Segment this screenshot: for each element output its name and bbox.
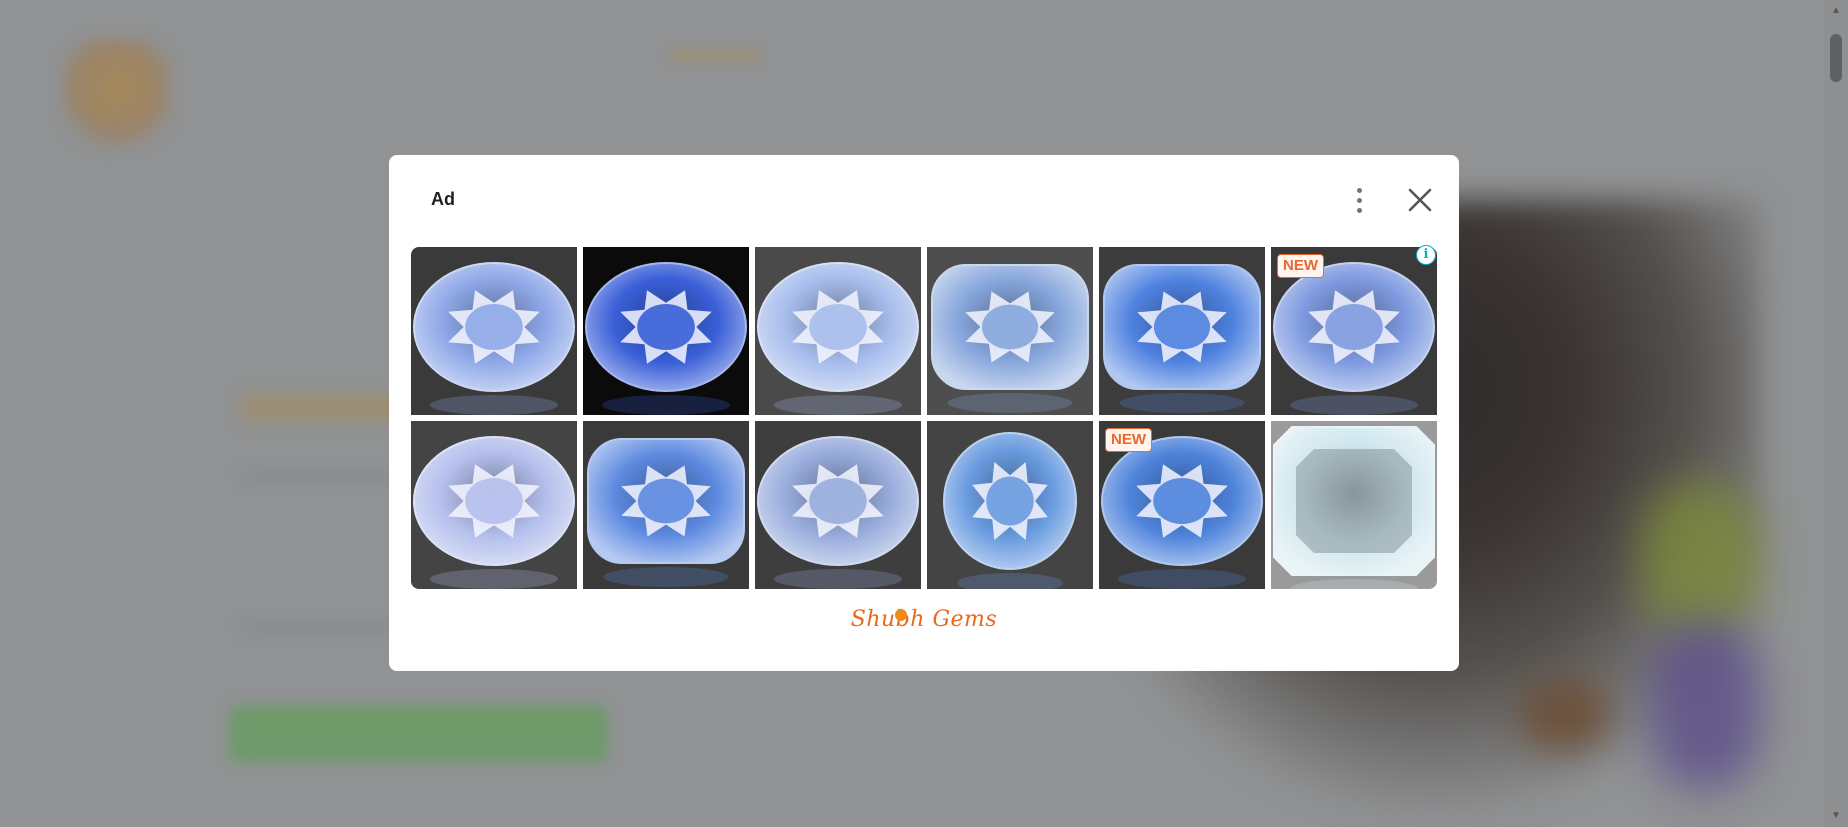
scroll-thumb[interactable]	[1830, 34, 1842, 82]
new-badge: NEW	[1105, 428, 1152, 452]
gem-image	[411, 421, 577, 589]
more-vert-icon	[1356, 187, 1362, 193]
site-logo	[62, 38, 172, 163]
gem-image	[927, 421, 1093, 589]
new-badge: NEW	[1277, 254, 1324, 278]
gem-image	[583, 421, 749, 589]
brand-name: Shubh Gems	[850, 607, 998, 632]
ad-modal: Ad NEW NEW i Shubh Gems	[389, 155, 1459, 671]
gem-product-tile[interactable]	[1271, 421, 1437, 589]
hero-cta-button	[228, 705, 608, 763]
gem-product-tile[interactable]	[755, 421, 921, 589]
nav-item	[670, 48, 760, 62]
brand-logo[interactable]: Shubh Gems	[389, 607, 1459, 632]
gem-product-tile[interactable]	[583, 247, 749, 415]
gem-product-tile[interactable]	[583, 421, 749, 589]
gem-image	[411, 247, 577, 415]
gem-image	[927, 247, 1093, 415]
gem-product-tile[interactable]	[755, 247, 921, 415]
gem-product-tile[interactable]	[927, 247, 1093, 415]
gem-image	[583, 247, 749, 415]
gem-product-tile[interactable]: NEW	[1099, 421, 1265, 589]
gem-image	[755, 421, 921, 589]
close-icon	[1408, 188, 1432, 212]
hero-image-accent	[1640, 480, 1760, 640]
gem-product-tile[interactable]	[927, 421, 1093, 589]
scroll-up-arrow-icon[interactable]: ▲	[1824, 2, 1848, 20]
gem-product-tile[interactable]: NEW	[1271, 247, 1437, 415]
hero-image-accent	[1520, 680, 1610, 750]
ad-info-icon[interactable]: i	[1416, 245, 1436, 265]
ad-label: Ad	[431, 189, 455, 209]
more-options-button[interactable]	[1349, 183, 1369, 217]
gem-product-tile[interactable]	[411, 421, 577, 589]
gem-image	[1271, 421, 1437, 589]
scroll-down-arrow-icon[interactable]: ▼	[1824, 807, 1848, 825]
gem-product-grid: NEW NEW	[411, 247, 1437, 589]
gem-image	[1099, 247, 1265, 415]
brand-logo-dot	[895, 609, 907, 621]
gem-product-tile[interactable]	[411, 247, 577, 415]
gem-image	[755, 247, 921, 415]
page-scrollbar[interactable]: ▲ ▼	[1824, 0, 1848, 827]
hero-image-accent	[1650, 620, 1760, 790]
gem-product-tile[interactable]	[1099, 247, 1265, 415]
close-ad-button[interactable]	[1403, 183, 1437, 217]
